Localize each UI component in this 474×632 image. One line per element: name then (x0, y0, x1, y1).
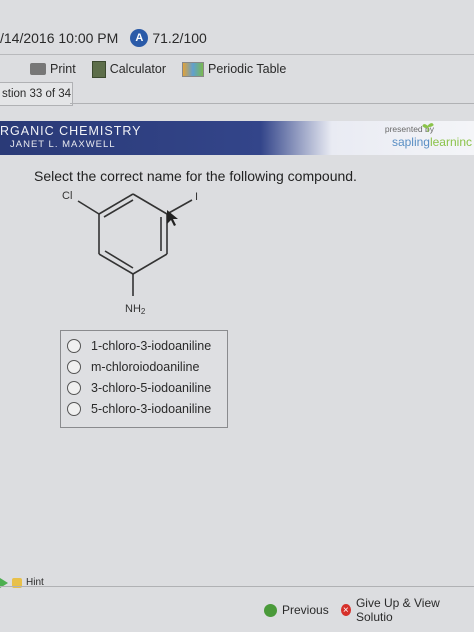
answer-label: m-chloroiodoaniline (91, 359, 200, 374)
tab-divider (70, 103, 474, 104)
question-tab[interactable]: stion 33 of 34 (0, 82, 73, 106)
course-title: RGANIC CHEMISTRY (0, 124, 142, 138)
radio-button[interactable] (67, 338, 81, 353)
answer-label: 1-chloro-3-iodoaniline (91, 338, 212, 353)
give-up-button[interactable]: × Give Up & View Solutio (340, 596, 462, 624)
leaf-icon (422, 123, 434, 132)
answer-option-4[interactable]: 5-chloro-3-iodoaniline (65, 398, 227, 419)
calculator-icon (91, 60, 106, 78)
previous-button[interactable]: Previous (264, 603, 329, 617)
amine-label: NH2 (125, 303, 146, 316)
periodic-table-label: Periodic Table (207, 62, 287, 76)
answer-label: 3-chloro-5-iodoaniline (91, 380, 212, 395)
toolbar: Print Calculator Periodic Table (30, 58, 302, 80)
mouse-cursor-icon (167, 210, 178, 226)
iodine-label: I (195, 191, 198, 203)
amine-label-subscript: 2 (141, 307, 146, 316)
calculator-button[interactable]: Calculator (91, 60, 166, 78)
calculator-label: Calculator (109, 62, 166, 76)
footer-divider (0, 586, 474, 587)
answer-options: 1-chloro-3-iodoaniline m-chloroiodoanili… (60, 330, 228, 428)
close-icon: × (340, 604, 351, 616)
periodic-table-button[interactable]: Periodic Table (181, 61, 287, 77)
brand-learning: learninc (429, 135, 472, 149)
course-banner: RGANIC CHEMISTRY JANET L. MAXWELL presen… (0, 121, 474, 155)
chlorine-label: Cl (62, 190, 72, 202)
score-badge: A 71.2/100 (130, 29, 207, 47)
footer-nav: Previous × Give Up & View Solutio (264, 596, 474, 624)
brand-sapling: sapling (391, 135, 430, 149)
radio-button[interactable] (67, 401, 81, 416)
course-author: JANET L. MAXWELL (10, 139, 116, 150)
radio-button[interactable] (67, 359, 81, 374)
printer-icon (30, 63, 46, 75)
periodic-table-icon (181, 61, 204, 77)
score-value: 71.2/100 (152, 30, 207, 46)
answer-label: 5-chloro-3-iodoaniline (91, 401, 212, 416)
sapling-logo: saplinglearninc (392, 135, 472, 149)
top-bar: /14/2016 10:00 PM A 71.2/100 (0, 18, 474, 58)
answer-option-2[interactable]: m-chloroiodoaniline (65, 356, 227, 377)
give-up-label: Give Up & View Solutio (355, 596, 440, 624)
answer-option-1[interactable]: 1-chloro-3-iodoaniline (65, 335, 227, 356)
score-icon: A (130, 29, 149, 47)
question-tab-label: stion 33 of 34 (2, 88, 72, 100)
header-divider (0, 54, 474, 55)
question-prompt: Select the correct name for the followin… (34, 168, 357, 184)
print-button[interactable]: Print (30, 62, 76, 76)
amine-label-main: NH (125, 303, 141, 315)
print-label: Print (50, 62, 76, 76)
datetime: /14/2016 10:00 PM (0, 30, 119, 46)
molecule-structure: Cl I NH2 (62, 190, 198, 316)
previous-label: Previous (282, 603, 329, 617)
answer-option-3[interactable]: 3-chloro-5-iodoaniline (65, 377, 227, 398)
radio-button[interactable] (67, 380, 81, 395)
previous-icon (264, 603, 277, 617)
